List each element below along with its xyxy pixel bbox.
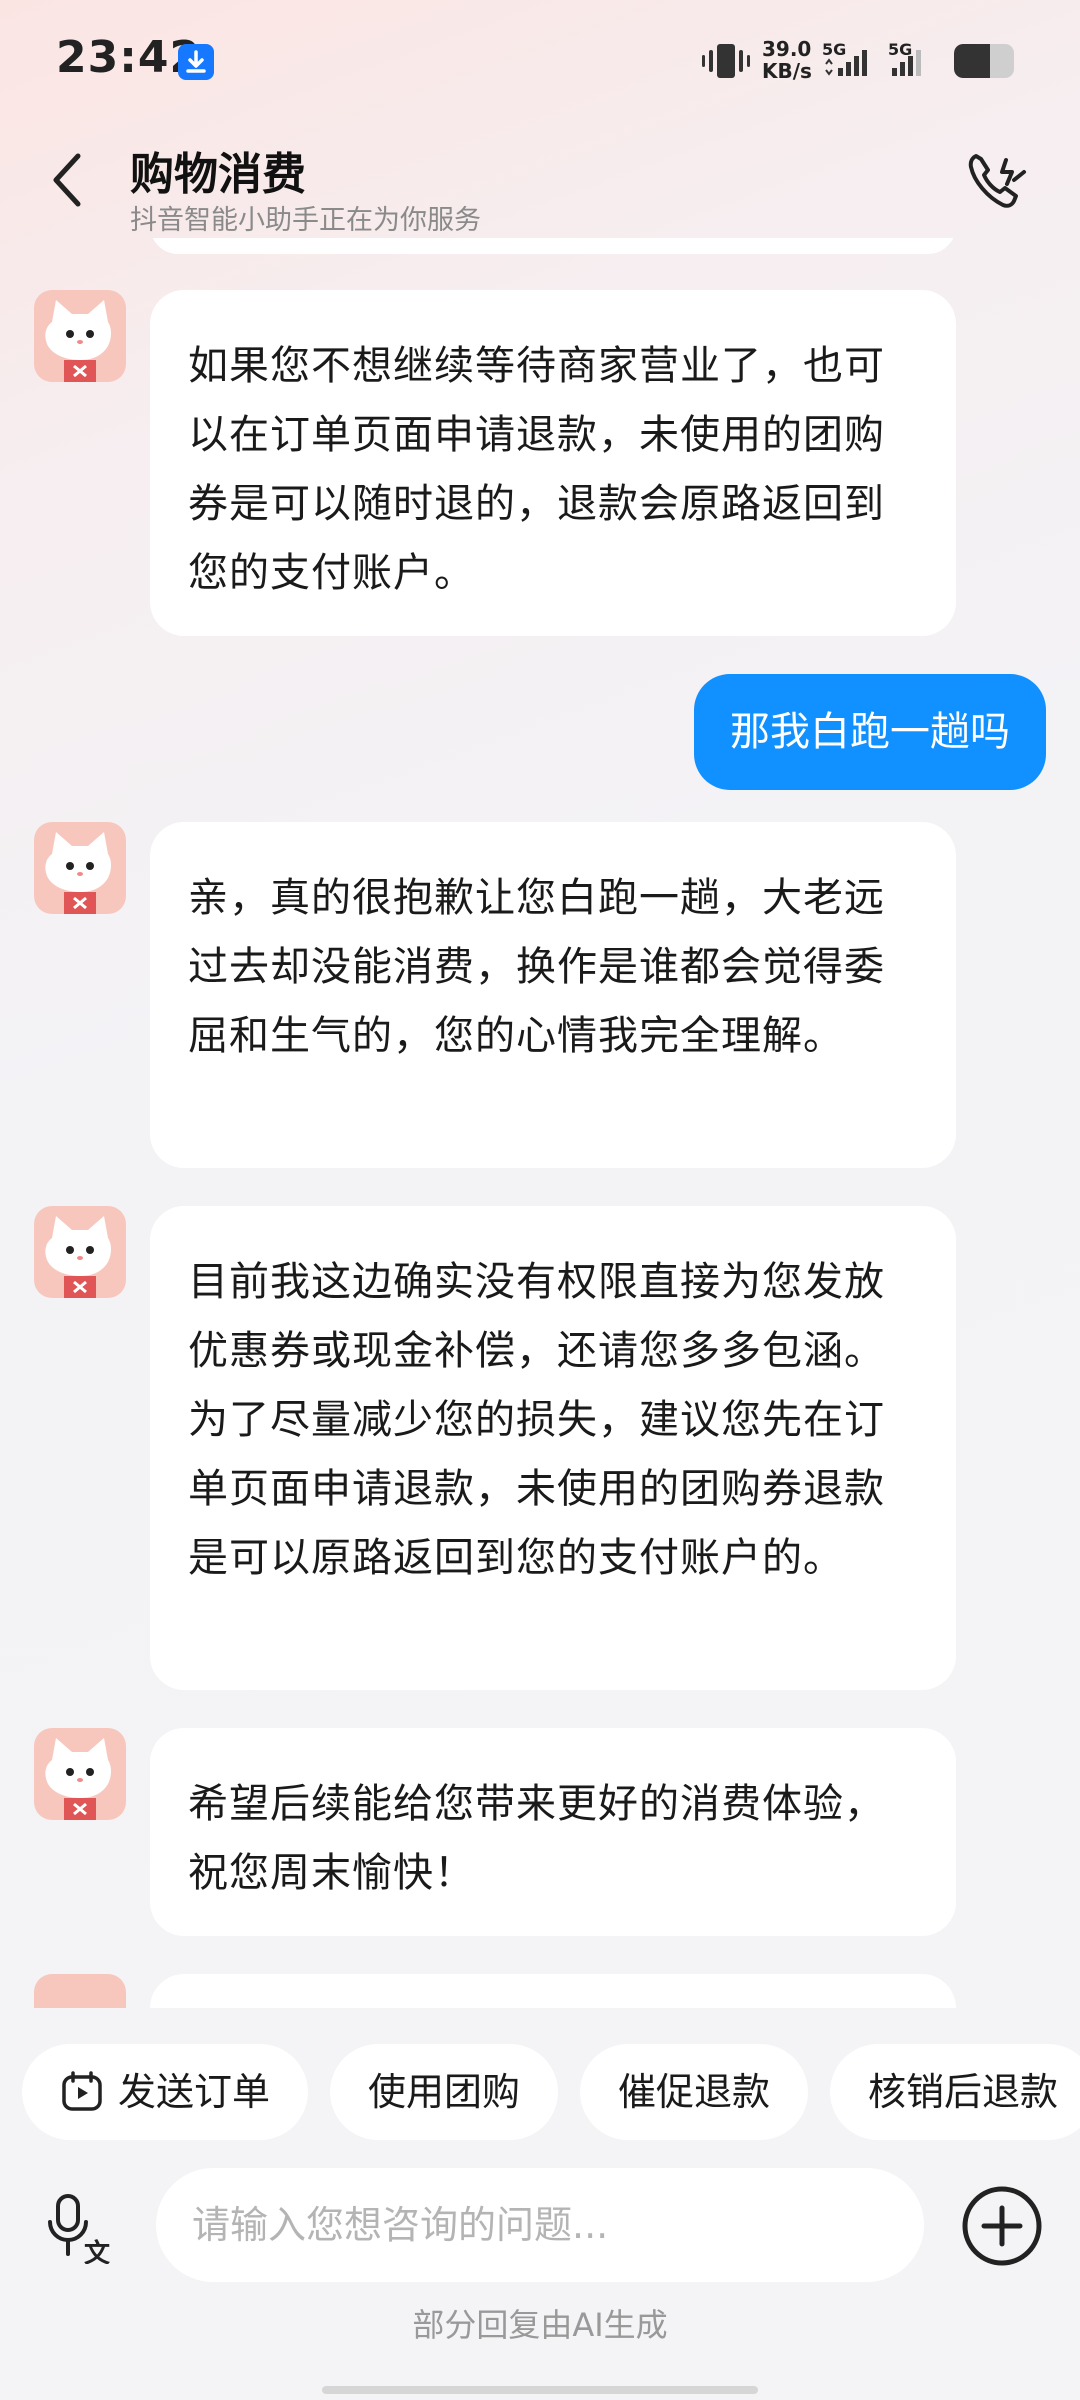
message-bubble-assistant: 目前我这边确实没有权限直接为您发放优惠券或现金补偿，还请您多多包涵。为了尽量减少… — [150, 1206, 956, 1690]
refund-after-redemption-chip[interactable]: 核销后退款 — [830, 2044, 1080, 2140]
chip-label: 使用团购 — [368, 2070, 521, 2114]
ai-disclaimer: 部分回复由AI生成 — [412, 2306, 668, 2344]
page-subtitle: 抖音智能小助手正在为你服务 — [130, 205, 481, 236]
message-bubble-previous — [150, 238, 956, 254]
message-input[interactable] — [156, 2168, 924, 2282]
plus-circle-icon[interactable] — [960, 2184, 1044, 2268]
chip-label: 发送订单 — [118, 2070, 271, 2114]
message-bubble-assistant: 如果您不想继续等待商家营业了，也可以在订单页面申请退款，未使用的团购券是可以随时… — [150, 290, 956, 636]
network-speed-value: 39.0 — [762, 37, 812, 61]
chip-label: 核销后退款 — [868, 2070, 1059, 2114]
quick-actions: 发送订单 使用团购 催促退款 核销后退款 — [22, 2044, 1080, 2140]
network-speed-unit: KB/s — [762, 59, 812, 83]
order-icon — [62, 2070, 102, 2111]
chevron-left-icon[interactable] — [48, 150, 88, 210]
battery-icon — [954, 44, 1014, 78]
message-list[interactable]: 如果您不想继续等待商家营业了，也可以在订单页面申请退款，未使用的团购券是可以随时… — [0, 238, 1080, 2008]
voice-to-text-icon[interactable]: 文 — [44, 2192, 114, 2264]
assistant-avatar[interactable] — [34, 1974, 126, 2008]
status-bar: 23:42 39.0 KB/s 5G 5G — [0, 0, 1080, 120]
send-order-chip[interactable]: 发送订单 — [22, 2044, 309, 2140]
assistant-avatar[interactable] — [34, 290, 126, 382]
download-icon — [178, 44, 214, 80]
message-bubble-user: 那我白跑一趟吗 — [694, 674, 1046, 790]
assistant-avatar[interactable] — [34, 822, 126, 914]
chip-label: 催促退款 — [618, 2070, 771, 2114]
urge-refund-chip[interactable]: 催促退款 — [580, 2044, 809, 2140]
message-bubble-assistant: 希望后续能给您带来更好的消费体验，祝您周末愉快！ — [150, 1728, 956, 1936]
use-group-buy-chip[interactable]: 使用团购 — [330, 2044, 559, 2140]
battery-level — [954, 44, 990, 78]
phone-call-icon[interactable] — [962, 146, 1034, 218]
message-bubble-assistant: 亲，真的很抱歉让您白跑一趟，大老远过去却没能消费，换作是谁都会觉得委屈和生气的，… — [150, 822, 956, 1168]
vibrate-icon — [702, 44, 750, 78]
home-indicator[interactable] — [322, 2386, 758, 2394]
network-speed: 39.0 KB/s — [762, 38, 812, 82]
svg-text:文: 文 — [84, 2238, 111, 2264]
page-title: 购物消费 — [130, 149, 306, 200]
assistant-avatar[interactable] — [34, 1728, 126, 1820]
assistant-avatar[interactable] — [34, 1206, 126, 1298]
message-bubble-next — [150, 1974, 956, 2008]
